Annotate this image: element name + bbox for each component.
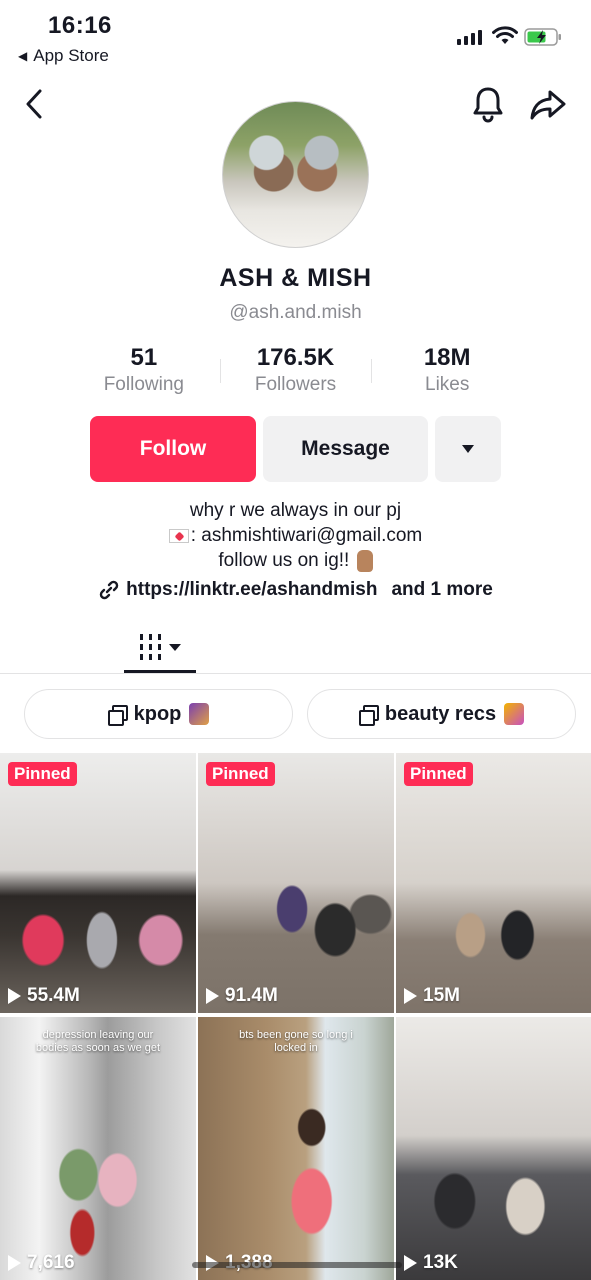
bio-email: : ashmishtiwari@gmail.com (190, 525, 423, 546)
pinned-badge: Pinned (8, 762, 77, 786)
wifi-icon (492, 26, 518, 44)
tab-videos[interactable] (124, 620, 196, 674)
playlist-label: kpop (133, 702, 182, 725)
video-thumbnail[interactable]: Pinned 55.4M (0, 753, 196, 1013)
stat-label: Following (103, 374, 184, 395)
video-thumbnail[interactable]: Pinned 15M (396, 753, 591, 1013)
username: @ash.and.mish (229, 302, 362, 323)
battery-charging-icon (524, 28, 561, 46)
display-name: ASH & MISH (219, 264, 372, 292)
back-icon[interactable] (20, 86, 50, 122)
profile-avatar[interactable] (222, 101, 369, 248)
view-count-value: 55.4M (27, 985, 80, 1006)
stat-label: Followers (254, 374, 337, 395)
stat-likes[interactable]: 18M Likes (371, 343, 523, 403)
bell-icon[interactable] (470, 84, 506, 124)
view-count-value: 13K (423, 1252, 458, 1273)
view-count-value: 15M (423, 985, 460, 1006)
stat-label: Likes (425, 374, 470, 395)
stat-value: 18M (423, 344, 471, 371)
view-count: 91.4M (206, 985, 278, 1007)
content-tabs (0, 620, 591, 1278)
view-count-value: 91.4M (225, 985, 278, 1006)
stat-following[interactable]: 51 Following (68, 343, 220, 403)
home-indicator[interactable] (192, 1262, 402, 1268)
more-options-button[interactable] (435, 416, 501, 482)
bio-link-row[interactable]: https://linktr.ee/ashandmish and 1 more (0, 579, 591, 601)
stat-value: 176.5K (256, 344, 335, 371)
bio-link-more[interactable]: and 1 more (391, 579, 492, 601)
playlist-kpop[interactable]: kpop (24, 689, 293, 739)
cellular-signal-icon (457, 30, 482, 45)
caret-down-icon (168, 643, 181, 651)
video-thumbnail[interactable]: Pinned 91.4M (198, 753, 394, 1013)
video-grid: Pinned 55.4M Pinned 91.4M Pinned 15M dep… (0, 753, 591, 1280)
play-icon (404, 988, 417, 1004)
caret-down-icon (462, 445, 474, 453)
playlist-icon (107, 705, 128, 726)
link-icon (99, 580, 119, 600)
dancer-emoji-icon (189, 703, 210, 725)
pinned-badge: Pinned (206, 762, 275, 786)
back-app-label: App Store (33, 46, 109, 65)
profile-stats: 51 Following 176.5K Followers 18M Likes (68, 343, 523, 403)
bio-email-line: : ashmishtiwari@gmail.com (0, 525, 591, 547)
status-time: 16:16 (48, 12, 112, 39)
video-thumbnail[interactable]: bts been gone so long i locked in 1,388 (198, 1017, 394, 1280)
nail-polish-emoji-icon (504, 703, 525, 725)
videos-grid-icon (139, 634, 161, 660)
view-count: 7,616 (8, 1252, 75, 1274)
bio-ig-text: follow us on ig!! (218, 550, 355, 572)
play-icon (404, 1255, 417, 1271)
playlist-label: beauty recs (384, 702, 497, 725)
message-button[interactable]: Message (263, 416, 428, 482)
playlist-icon (358, 705, 379, 726)
play-icon (206, 988, 219, 1004)
love-letter-emoji-icon (168, 528, 189, 543)
follow-button[interactable]: Follow (90, 416, 256, 482)
active-tab-indicator (124, 670, 196, 673)
bio-line: why r we always in our pj (189, 500, 402, 521)
view-count: 13K (404, 1252, 458, 1274)
view-count: 55.4M (8, 985, 80, 1007)
share-arrow-icon[interactable] (528, 86, 568, 122)
video-thumbnail[interactable]: 13K (396, 1017, 591, 1280)
video-caption: bts been gone so long i locked in (239, 1029, 353, 1054)
back-to-app-link[interactable]: ◀ App Store (18, 46, 109, 66)
view-count: 15M (404, 985, 460, 1007)
playlist-beauty-recs[interactable]: beauty recs (307, 689, 576, 739)
pointing-down-emoji-icon (356, 550, 373, 572)
bio-ig-line: follow us on ig!! (0, 550, 591, 572)
video-thumbnail[interactable]: depression leaving our bodies as soon as… (0, 1017, 196, 1280)
view-count-value: 7,616 (27, 1252, 75, 1273)
stat-value: 51 (130, 344, 158, 371)
pinned-badge: Pinned (404, 762, 473, 786)
bio-link-url[interactable]: https://linktr.ee/ashandmish (126, 579, 377, 601)
back-triangle-icon: ◀ (18, 49, 28, 63)
stat-followers[interactable]: 176.5K Followers (219, 343, 372, 403)
play-icon (8, 988, 21, 1004)
play-icon (8, 1255, 21, 1271)
video-caption: depression leaving our bodies as soon as… (35, 1029, 161, 1054)
status-bar: 16:16 ◀ App Store (0, 0, 591, 80)
